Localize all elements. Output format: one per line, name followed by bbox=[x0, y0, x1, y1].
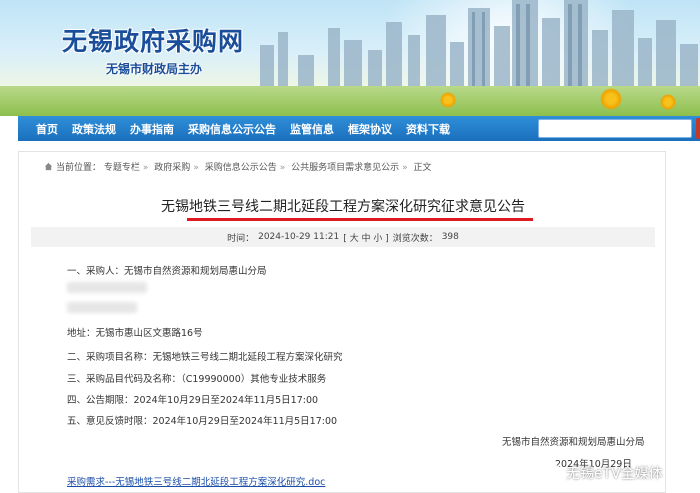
flower-decoration bbox=[600, 88, 622, 110]
watermark: 无锡eTV全媒体 bbox=[540, 462, 663, 484]
search-input[interactable] bbox=[538, 119, 692, 138]
views-count: 398 bbox=[441, 232, 459, 242]
signature-org: 无锡市自然资源和规划局惠山分局 bbox=[502, 437, 645, 448]
notice-period-line: 四、公告期限：2024年10月29日至2024年11月5日17:00 bbox=[67, 395, 319, 406]
views-label: 浏览次数： bbox=[392, 233, 438, 244]
item-code-line: 三、采购品目代码及名称：（C19990000）其他专业技术服务 bbox=[67, 374, 327, 385]
search-button[interactable] bbox=[696, 118, 700, 139]
address-line: 地址：无锡市惠山区文惠路16号 bbox=[67, 328, 203, 339]
banner-ground bbox=[0, 86, 700, 116]
breadcrumb-prefix: 当前位置： bbox=[56, 163, 102, 173]
article-meta: 时间： 2024-10-29 11:21 [ 大 中 小 ] 浏览次数： 398 bbox=[31, 227, 655, 247]
breadcrumb: 当前位置： 专题专栏» 政府采购» 采购信息公示公告» 公共服务项目需求意见公示… bbox=[44, 160, 432, 173]
watermark-text: 无锡eTV全媒体 bbox=[566, 466, 663, 482]
site-subtitle: 无锡市财政局主办 bbox=[106, 62, 203, 76]
city-skyline-image bbox=[260, 0, 698, 100]
time-value: 2024-10-29 11:21 bbox=[258, 232, 340, 242]
redacted-block bbox=[67, 282, 147, 293]
home-icon bbox=[44, 162, 53, 171]
project-name-line: 二、采购项目名称：无锡地铁三号线二期北延段工程方案深化研究 bbox=[67, 352, 343, 363]
nav-item-downloads[interactable]: 资料下载 bbox=[399, 121, 457, 137]
redacted-block bbox=[67, 302, 137, 313]
article-panel: 当前位置： 专题专栏» 政府采购» 采购信息公示公告» 公共服务项目需求意见公示… bbox=[18, 151, 666, 493]
breadcrumb-item: 正文 bbox=[413, 163, 432, 173]
purchaser-line: 一、采购人：无锡市自然资源和规划局惠山分局 bbox=[67, 266, 267, 277]
breadcrumb-separator: » bbox=[193, 163, 199, 173]
nav-item-guide[interactable]: 办事指南 bbox=[123, 121, 181, 137]
weibo-logo-icon bbox=[540, 465, 561, 482]
nav-item-procurement-notices[interactable]: 采购信息公示公告 bbox=[181, 121, 283, 137]
title-underline bbox=[187, 218, 533, 221]
attachment-link[interactable]: 采购需求---无锡地铁三号线二期北延段工程方案深化研究.doc bbox=[67, 474, 325, 488]
breadcrumb-item[interactable]: 专题专栏 bbox=[104, 163, 140, 173]
feedback-period-line: 五、意见反馈时限：2024年10月29日至2024年11月5日17:00 bbox=[67, 416, 338, 427]
nav-item-home[interactable]: 首页 bbox=[18, 121, 65, 137]
font-size-control[interactable]: [ 大 中 小 ] bbox=[343, 231, 388, 244]
breadcrumb-separator: » bbox=[402, 163, 408, 173]
flower-decoration bbox=[440, 92, 456, 108]
breadcrumb-item[interactable]: 公共服务项目需求意见公示 bbox=[291, 163, 399, 173]
breadcrumb-separator: » bbox=[142, 163, 149, 173]
main-nav: 首页 政策法规 办事指南 采购信息公示公告 监管信息 框架协议 资料下载 bbox=[18, 116, 700, 141]
time-label: 时间： bbox=[227, 233, 255, 244]
site-title: 无锡政府采购网 bbox=[62, 27, 245, 56]
breadcrumb-item[interactable]: 政府采购 bbox=[154, 163, 190, 173]
header-banner: 无锡政府采购网 无锡市财政局主办 bbox=[0, 0, 700, 116]
article-title: 无锡地铁三号线二期北延段工程方案深化研究征求意见公告 bbox=[161, 199, 525, 215]
nav-item-framework[interactable]: 框架协议 bbox=[341, 121, 399, 137]
flower-decoration bbox=[660, 94, 676, 110]
nav-item-supervision[interactable]: 监管信息 bbox=[283, 121, 341, 137]
nav-item-policy[interactable]: 政策法规 bbox=[65, 121, 123, 137]
breadcrumb-item[interactable]: 采购信息公示公告 bbox=[205, 163, 277, 173]
breadcrumb-separator: » bbox=[279, 163, 286, 173]
